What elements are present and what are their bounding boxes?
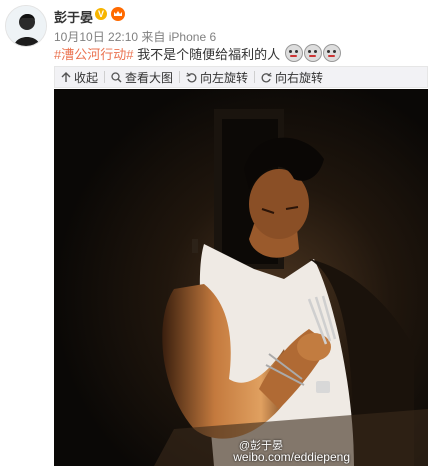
emoji-icon bbox=[284, 44, 303, 62]
source-prefix: 来自 bbox=[141, 30, 166, 44]
collapse-button[interactable]: 收起 bbox=[55, 67, 104, 87]
magnifier-icon bbox=[111, 71, 122, 83]
rotate-left-icon bbox=[186, 72, 197, 82]
post-image[interactable]: @彭于晏 weibo.com/eddiepeng bbox=[54, 89, 428, 466]
post-meta: 10月10日 22:10 来自 iPhone 6 bbox=[54, 28, 216, 45]
emoji-icon bbox=[322, 44, 341, 62]
rotate-right-button[interactable]: 向右旋转 bbox=[255, 67, 329, 87]
rotate-right-label: 向右旋转 bbox=[275, 70, 324, 85]
username-link[interactable]: 彭于晏 bbox=[54, 7, 93, 26]
vip-crown-icon bbox=[111, 7, 125, 21]
post-text: #漕公河行动# 我不是个随便给福利的人 bbox=[54, 44, 341, 63]
verified-badge-icon: V bbox=[95, 8, 107, 20]
photo-illustration bbox=[54, 89, 428, 466]
avatar-image bbox=[6, 6, 46, 46]
arrow-up-icon bbox=[61, 71, 71, 82]
view-large-button[interactable]: 查看大图 bbox=[105, 67, 179, 87]
topic-link[interactable]: #漕公河行动# bbox=[54, 47, 133, 62]
rotate-right-icon bbox=[261, 72, 272, 82]
emoji-icon bbox=[303, 44, 322, 62]
post-body-text: 我不是个随便给福利的人 bbox=[133, 47, 281, 62]
device-link[interactable]: iPhone 6 bbox=[169, 30, 216, 44]
view-large-label: 查看大图 bbox=[125, 70, 174, 85]
avatar[interactable] bbox=[5, 5, 47, 47]
watermark-url: weibo.com/eddiepeng bbox=[233, 450, 350, 464]
post-timestamp-link[interactable]: 10月10日 22:10 bbox=[54, 30, 138, 44]
rotate-left-button[interactable]: 向左旋转 bbox=[180, 67, 254, 87]
rotate-left-label: 向左旋转 bbox=[200, 70, 249, 85]
image-toolbar: 收起 查看大图 向左旋转 向右旋转 bbox=[54, 66, 428, 88]
collapse-label: 收起 bbox=[74, 70, 99, 85]
